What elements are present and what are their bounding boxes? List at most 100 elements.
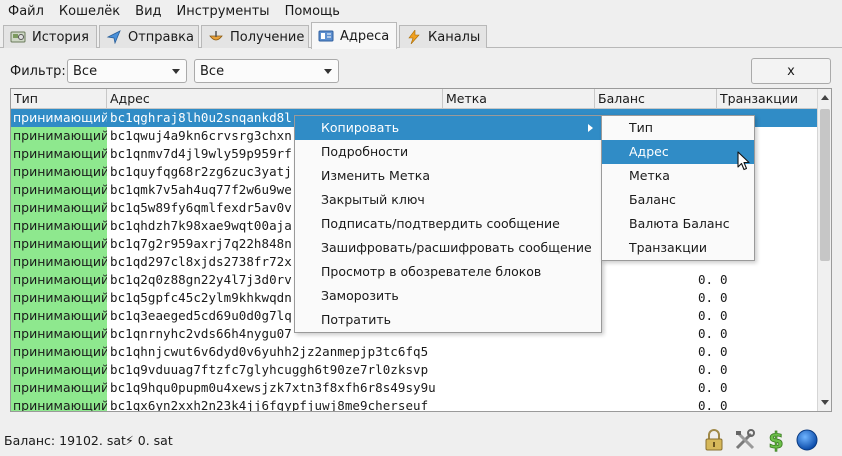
scroll-thumb[interactable]	[820, 109, 830, 261]
chevron-down-icon	[172, 69, 180, 74]
tab-bar: История Отправка Получение Адреса Каналы	[0, 22, 842, 49]
filter-type-combo[interactable]: Все	[67, 59, 187, 83]
chevron-right-icon	[588, 124, 593, 132]
scroll-down-icon[interactable]	[821, 400, 829, 405]
filter-bar: Фильтр: Все Все x	[0, 50, 842, 90]
cell-type: принимающий	[11, 127, 107, 145]
context-menu-copy-label: Копировать	[321, 120, 400, 135]
column-header-transactions[interactable]: Транзакции	[717, 89, 817, 109]
cell-type: принимающий	[11, 235, 107, 253]
cell-transactions: 0	[720, 380, 728, 395]
cell-balance: 0.	[697, 344, 713, 359]
copy-submenu: Тип Адрес Метка Баланс Валюта Баланс Тра…	[601, 115, 755, 261]
cell-balance: 0.	[697, 290, 713, 305]
copy-submenu-balance[interactable]: Баланс	[602, 188, 754, 212]
column-header-label[interactable]: Метка	[443, 89, 595, 109]
menu-bar: Файл Кошелёк Вид Инструменты Помощь	[0, 0, 842, 22]
mouse-pointer-icon	[737, 151, 751, 175]
copy-submenu-address[interactable]: Адрес	[602, 140, 754, 164]
context-menu: Копировать Подробности Изменить Метка За…	[294, 115, 602, 333]
tab-history[interactable]: История	[3, 25, 97, 48]
cell-transactions: 0	[720, 398, 728, 412]
cell-type: принимающий	[11, 145, 107, 163]
network-status-icon[interactable]	[795, 428, 819, 452]
cell-type: принимающий	[11, 361, 107, 379]
filter-usage-value: Все	[200, 63, 225, 79]
table-row[interactable]: принимающий bc1qhnjcwut6v6dyd0v6yuhh2jz2a…	[11, 343, 817, 361]
cell-type: принимающий	[11, 379, 107, 397]
context-menu-private-key[interactable]: Закрытый ключ	[295, 188, 601, 212]
cell-balance: 0.	[697, 326, 713, 341]
cell-type: принимающий	[11, 271, 107, 289]
cell-transactions: 0	[720, 308, 728, 323]
cell-balance: 0.	[697, 380, 713, 395]
status-balance: Баланс: 19102. sat	[4, 433, 126, 448]
cell-transactions: 0	[720, 344, 728, 359]
lightning-icon	[406, 29, 422, 45]
send-icon	[106, 30, 122, 45]
cell-type: принимающий	[11, 253, 107, 271]
context-menu-spend[interactable]: Потратить	[295, 308, 601, 332]
menu-file[interactable]: Файл	[8, 4, 44, 19]
menu-wallet[interactable]: Кошелёк	[59, 4, 120, 19]
filter-usage-combo[interactable]: Все	[194, 59, 339, 83]
status-lightning-balance: ⚡ 0. sat	[125, 433, 173, 448]
context-menu-edit-label[interactable]: Изменить Метка	[295, 164, 601, 188]
dollar-icon[interactable]: $	[764, 428, 788, 455]
receive-icon	[208, 30, 224, 44]
cell-type: принимающий	[11, 181, 107, 199]
cell-transactions: 0	[720, 290, 728, 305]
cell-transactions: 0	[720, 272, 728, 287]
context-menu-block-explorer[interactable]: Просмотр в обозревателе блоков	[295, 260, 601, 284]
cell-address: bc1q9hqu0pupm0u4xewsjzk7xtn3f8xfh6r8s49s…	[110, 380, 436, 395]
context-menu-encrypt-decrypt[interactable]: Зашифровать/расшифровать сообщение	[295, 236, 601, 260]
menu-help[interactable]: Помощь	[285, 4, 340, 19]
menu-view[interactable]: Вид	[135, 4, 161, 19]
chevron-down-icon	[324, 69, 332, 74]
tab-channels[interactable]: Каналы	[399, 25, 487, 48]
cell-type: принимающий	[11, 199, 107, 217]
tab-receive-label: Получение	[230, 29, 305, 45]
cell-address: bc1qx6yn2xxh2n23k4jj6fgypfjuwj8me9cherse…	[110, 398, 429, 412]
lock-icon[interactable]	[702, 428, 726, 452]
tab-receive[interactable]: Получение	[201, 25, 309, 48]
cell-type: принимающий	[11, 343, 107, 361]
copy-submenu-type[interactable]: Тип	[602, 116, 754, 140]
tab-send-label: Отправка	[128, 29, 195, 45]
context-menu-freeze[interactable]: Заморозить	[295, 284, 601, 308]
copy-submenu-transactions[interactable]: Транзакции	[602, 236, 754, 260]
cell-type: принимающий	[11, 325, 107, 343]
tab-addresses-label: Адреса	[340, 28, 390, 44]
table-row[interactable]: принимающий bc1qx6yn2xxh2n23k4jj6fgypfjuw…	[11, 397, 817, 412]
column-header-type[interactable]: Тип	[11, 89, 107, 109]
context-menu-sign-verify[interactable]: Подписать/подтвердить сообщение	[295, 212, 601, 236]
history-icon	[10, 30, 26, 44]
copy-submenu-fiat-balance[interactable]: Валюта Баланс	[602, 212, 754, 236]
tools-icon[interactable]	[733, 428, 757, 452]
tab-send[interactable]: Отправка	[99, 25, 199, 48]
table-row[interactable]: принимающий bc1q9vduuag7ftzfc7glyhcuggh6t…	[11, 361, 817, 379]
context-menu-copy[interactable]: Копировать	[295, 116, 601, 140]
addresses-icon	[318, 29, 334, 43]
column-header-address[interactable]: Адрес	[107, 89, 443, 109]
context-menu-details[interactable]: Подробности	[295, 140, 601, 164]
table-row[interactable]: принимающий bc1q9hqu0pupm0u4xewsjzk7xtn3f…	[11, 379, 817, 397]
cell-type: принимающий	[11, 307, 107, 325]
cell-type: принимающий	[11, 289, 107, 307]
cell-type: принимающий	[11, 163, 107, 181]
cell-transactions: 0	[720, 326, 728, 341]
filter-type-value: Все	[73, 63, 98, 79]
cell-address: bc1qhnjcwut6v6dyd0v6yuhh2jz2anmepjp3tc6f…	[110, 344, 429, 359]
tab-channels-label: Каналы	[428, 29, 481, 45]
cell-type: принимающий	[13, 110, 107, 125]
cell-balance: 0.	[697, 272, 713, 287]
copy-submenu-label[interactable]: Метка	[602, 164, 754, 188]
tab-addresses[interactable]: Адреса	[311, 22, 397, 49]
cell-balance: 0.	[697, 308, 713, 323]
menu-tools[interactable]: Инструменты	[177, 4, 270, 19]
scroll-up-icon[interactable]	[821, 95, 829, 100]
cell-balance: 0.	[697, 362, 713, 377]
column-header-balance[interactable]: Баланс	[595, 89, 717, 109]
vertical-scrollbar[interactable]	[817, 89, 831, 411]
clear-filter-button[interactable]: x	[751, 58, 831, 84]
